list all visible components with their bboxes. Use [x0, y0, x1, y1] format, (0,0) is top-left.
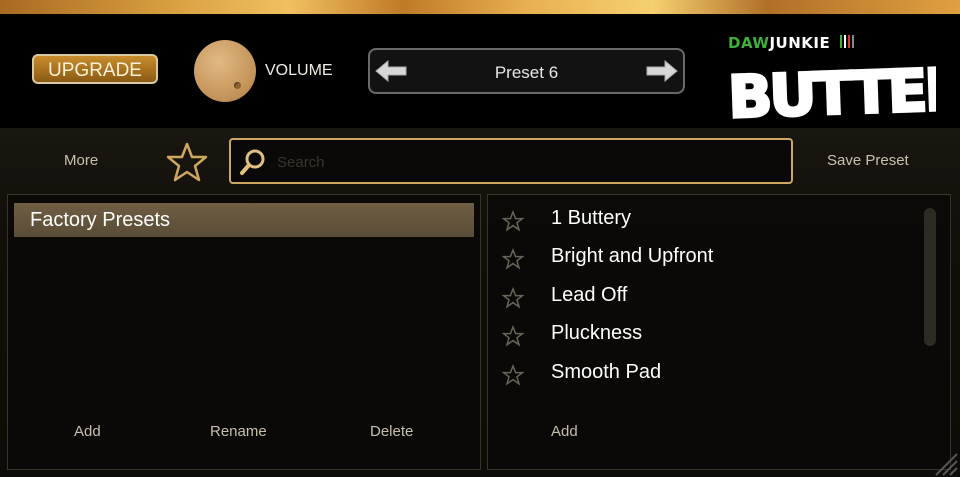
preset-item-label: Pluckness [551, 322, 643, 345]
current-preset-name[interactable]: Preset 6 [420, 63, 633, 83]
preset-list: 1 Buttery Bright and Upfront Lead Off Pl… [488, 201, 928, 393]
star-outline-icon[interactable] [166, 141, 208, 183]
plugin-header: UPGRADE VOLUME Preset 6 DAWJUNKIE BUTTER [0, 14, 960, 128]
favorite-star-icon[interactable] [502, 286, 524, 309]
preset-item-label: 1 Buttery [551, 207, 632, 229]
search-icon [240, 149, 265, 175]
resize-grip-icon[interactable] [928, 446, 958, 476]
preset-list-scrollbar[interactable] [924, 208, 936, 346]
favorite-star-icon[interactable] [502, 210, 524, 232]
arrow-right-icon[interactable] [645, 59, 679, 83]
brand-daw: DAW [728, 34, 770, 52]
preset-selector: Preset 6 [368, 48, 685, 94]
brand-logo: DAWJUNKIE BUTTER [726, 32, 936, 124]
favorite-star-icon[interactable] [502, 248, 524, 271]
add-preset-button[interactable]: Add [551, 423, 578, 440]
preset-list-panel: 1 Buttery Bright and Upfront Lead Off Pl… [487, 194, 951, 470]
arrow-left-icon[interactable] [374, 59, 408, 83]
product-logo: BUTTER [726, 62, 936, 122]
favorite-star-icon[interactable] [502, 325, 524, 347]
bank-list-panel: Factory Presets Add Rename Delete [7, 194, 481, 470]
preset-item[interactable]: Bright and Upfront [488, 239, 928, 277]
top-artwork-strip [0, 0, 960, 14]
product-logo-text: BUTTER [727, 62, 936, 122]
favorite-star-icon[interactable] [502, 363, 524, 386]
add-bank-button[interactable]: Add [74, 423, 101, 440]
volume-knob[interactable] [194, 40, 256, 102]
preset-item[interactable]: Smooth Pad [488, 355, 928, 393]
brand-junkie: JUNKIE [769, 34, 831, 52]
delete-bank-button[interactable]: Delete [370, 423, 413, 440]
preset-item[interactable]: 1 Buttery [488, 201, 928, 239]
upgrade-button[interactable]: UPGRADE [32, 54, 158, 84]
preset-item[interactable]: Lead Off [488, 278, 928, 316]
save-preset-button[interactable]: Save Preset [827, 152, 909, 169]
rename-bank-button[interactable]: Rename [210, 423, 267, 440]
preset-item[interactable]: Pluckness [488, 316, 928, 354]
preset-item-label: Smooth Pad [551, 360, 662, 383]
brand-wordmark: DAWJUNKIE [728, 34, 830, 52]
search-field [229, 138, 793, 184]
brand-bars-icon [840, 35, 854, 48]
knob-indicator [234, 82, 241, 89]
bank-item-factory-presets[interactable]: Factory Presets [14, 203, 474, 237]
search-input[interactable] [275, 146, 779, 178]
preset-item-label: Lead Off [551, 283, 628, 306]
preset-item-label: Bright and Upfront [551, 245, 714, 268]
more-button[interactable]: More [64, 152, 98, 169]
volume-label: VOLUME [265, 62, 333, 79]
